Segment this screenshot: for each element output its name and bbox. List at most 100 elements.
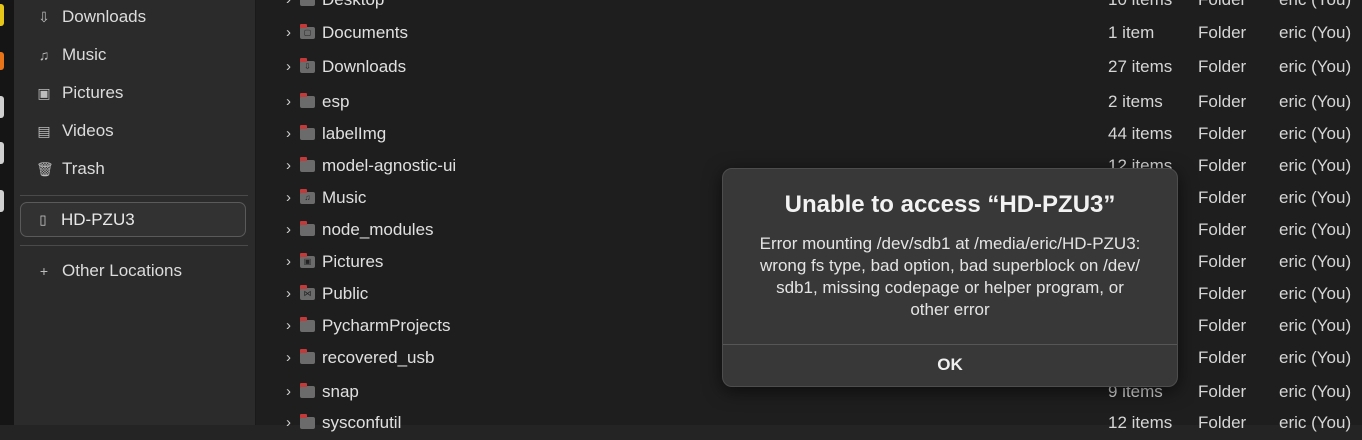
- file-owner: eric (You): [1279, 57, 1352, 76]
- download-icon: ⇩: [38, 8, 50, 25]
- file-size: 1 item: [1108, 23, 1155, 42]
- file-name: esp: [322, 92, 350, 111]
- list-item[interactable]: › esp 2 items Folder eric (You): [256, 87, 1362, 119]
- chevron-right-icon[interactable]: ›: [286, 285, 291, 302]
- file-size: 2 items: [1108, 92, 1163, 111]
- sidebar-item-trash[interactable]: 🗑 Trash: [20, 151, 240, 187]
- folder-icon: [300, 157, 315, 172]
- chevron-right-icon[interactable]: ›: [286, 93, 291, 110]
- ok-button[interactable]: OK: [723, 345, 1177, 387]
- chevron-right-icon[interactable]: ›: [286, 0, 291, 8]
- sidebar-item-label: HD-PZU3: [61, 209, 135, 229]
- trash-icon: 🗑: [36, 160, 54, 177]
- file-owner: eric (You): [1279, 413, 1352, 432]
- sidebar-item-music[interactable]: ♫ Music: [20, 37, 240, 73]
- sidebar-item-other-locations[interactable]: + Other Locations: [20, 253, 240, 289]
- file-name: sysconfutil: [322, 413, 402, 432]
- downloads-folder-icon: ⇩: [300, 58, 315, 73]
- chevron-right-icon[interactable]: ›: [286, 317, 291, 334]
- sidebar-divider: [20, 195, 248, 196]
- file-size: 10 items: [1108, 0, 1172, 10]
- folder-icon: [300, 125, 315, 140]
- plus-icon: +: [39, 263, 49, 279]
- list-item[interactable]: › sysconfutil 12 items Folder eric (You): [256, 408, 1362, 440]
- file-type: Folder: [1198, 382, 1247, 401]
- file-owner: eric (You): [1279, 220, 1352, 239]
- file-type: Folder: [1198, 92, 1247, 111]
- folder-icon: [300, 0, 315, 6]
- list-item[interactable]: › Desktop 10 items Folder eric (You): [256, 0, 1362, 17]
- dock-app-indicator[interactable]: [0, 96, 4, 118]
- dialog-message-line: Error mounting /dev/sdb1 at /media/eric/…: [759, 234, 1141, 253]
- file-type: Folder: [1198, 284, 1247, 303]
- file-owner: eric (You): [1279, 252, 1352, 271]
- file-name: Public: [322, 284, 369, 303]
- chevron-right-icon[interactable]: ›: [286, 383, 291, 400]
- list-item[interactable]: › ▢ Documents 1 item Folder eric (You): [256, 18, 1362, 50]
- pictures-icon: ▣: [37, 84, 51, 101]
- sidebar-item-label: Videos: [62, 121, 114, 140]
- file-name: Documents: [322, 23, 408, 42]
- chevron-right-icon[interactable]: ›: [286, 125, 291, 142]
- chevron-right-icon[interactable]: ›: [286, 157, 291, 174]
- file-owner: eric (You): [1279, 316, 1352, 335]
- chevron-right-icon[interactable]: ›: [286, 24, 291, 41]
- file-owner: eric (You): [1279, 188, 1352, 207]
- folder-icon: [300, 221, 315, 236]
- dialog-message-line: sdb1, missing codepage or helper program…: [776, 278, 1124, 297]
- dialog-message: Error mounting /dev/sdb1 at /media/eric/…: [741, 233, 1159, 321]
- music-folder-icon: ♫: [300, 189, 315, 204]
- file-name: recovered_usb: [322, 348, 435, 367]
- videos-icon: ▤: [37, 122, 51, 139]
- folder-icon: [300, 414, 315, 429]
- dock-app-indicator-orange[interactable]: [0, 52, 4, 70]
- file-name: Desktop: [322, 0, 384, 10]
- sidebar-divider: [20, 245, 248, 246]
- dock-app-indicator[interactable]: [0, 190, 4, 212]
- file-type: Folder: [1198, 220, 1247, 239]
- pictures-folder-icon: ▣: [300, 253, 315, 268]
- dialog-message-line: other error: [910, 300, 990, 319]
- file-owner: eric (You): [1279, 284, 1352, 303]
- usb-drive-icon: ▯: [39, 211, 47, 227]
- chevron-right-icon[interactable]: ›: [286, 414, 291, 431]
- sidebar-item-label: Other Locations: [62, 261, 183, 280]
- sidebar-item-label: Downloads: [62, 7, 147, 26]
- dock-app-indicator-yellow[interactable]: [0, 4, 4, 26]
- chevron-right-icon[interactable]: ›: [286, 58, 291, 75]
- file-name: snap: [322, 382, 359, 401]
- file-name: labelImg: [322, 124, 387, 143]
- file-name: Music: [322, 188, 367, 207]
- file-size: 27 items: [1108, 57, 1173, 76]
- file-type: Folder: [1198, 252, 1247, 271]
- file-type: Folder: [1198, 156, 1247, 175]
- chevron-right-icon[interactable]: ›: [286, 349, 291, 366]
- file-name: Downloads: [322, 57, 407, 76]
- file-name: model-agnostic-ui: [322, 156, 457, 175]
- public-folder-icon: ⋈: [300, 285, 315, 300]
- chevron-right-icon[interactable]: ›: [286, 221, 291, 238]
- dialog-message-line: wrong fs type, bad option, bad superbloc…: [760, 256, 1140, 275]
- folder-icon: [300, 93, 315, 108]
- file-type: Folder: [1198, 124, 1247, 143]
- dialog-title: Unable to access “HD-PZU3”: [784, 191, 1116, 218]
- list-item[interactable]: › ⇩ Downloads 27 items Folder eric (You): [256, 52, 1362, 84]
- dock-app-indicator[interactable]: [0, 142, 4, 164]
- dock: [0, 0, 14, 425]
- sidebar-item-label: Pictures: [62, 83, 124, 102]
- folder-icon: [300, 317, 315, 332]
- file-owner: eric (You): [1279, 156, 1352, 175]
- music-icon: ♫: [38, 47, 50, 63]
- error-dialog: Unable to access “HD-PZU3” Error mountin…: [722, 168, 1178, 387]
- folder-icon: [300, 349, 315, 364]
- chevron-right-icon[interactable]: ›: [286, 189, 291, 206]
- folder-icon: [300, 383, 315, 398]
- documents-folder-icon: ▢: [300, 24, 315, 39]
- sidebar-item-pictures[interactable]: ▣ Pictures: [20, 75, 240, 111]
- file-owner: eric (You): [1279, 23, 1352, 42]
- chevron-right-icon[interactable]: ›: [286, 253, 291, 270]
- sidebar-item-videos[interactable]: ▤ Videos: [20, 113, 240, 149]
- sidebar-item-downloads[interactable]: ⇩ Downloads: [20, 0, 240, 35]
- list-item[interactable]: › labelImg 44 items Folder eric (You): [256, 119, 1362, 151]
- sidebar-item-device[interactable]: ▯ HD-PZU3: [20, 202, 246, 237]
